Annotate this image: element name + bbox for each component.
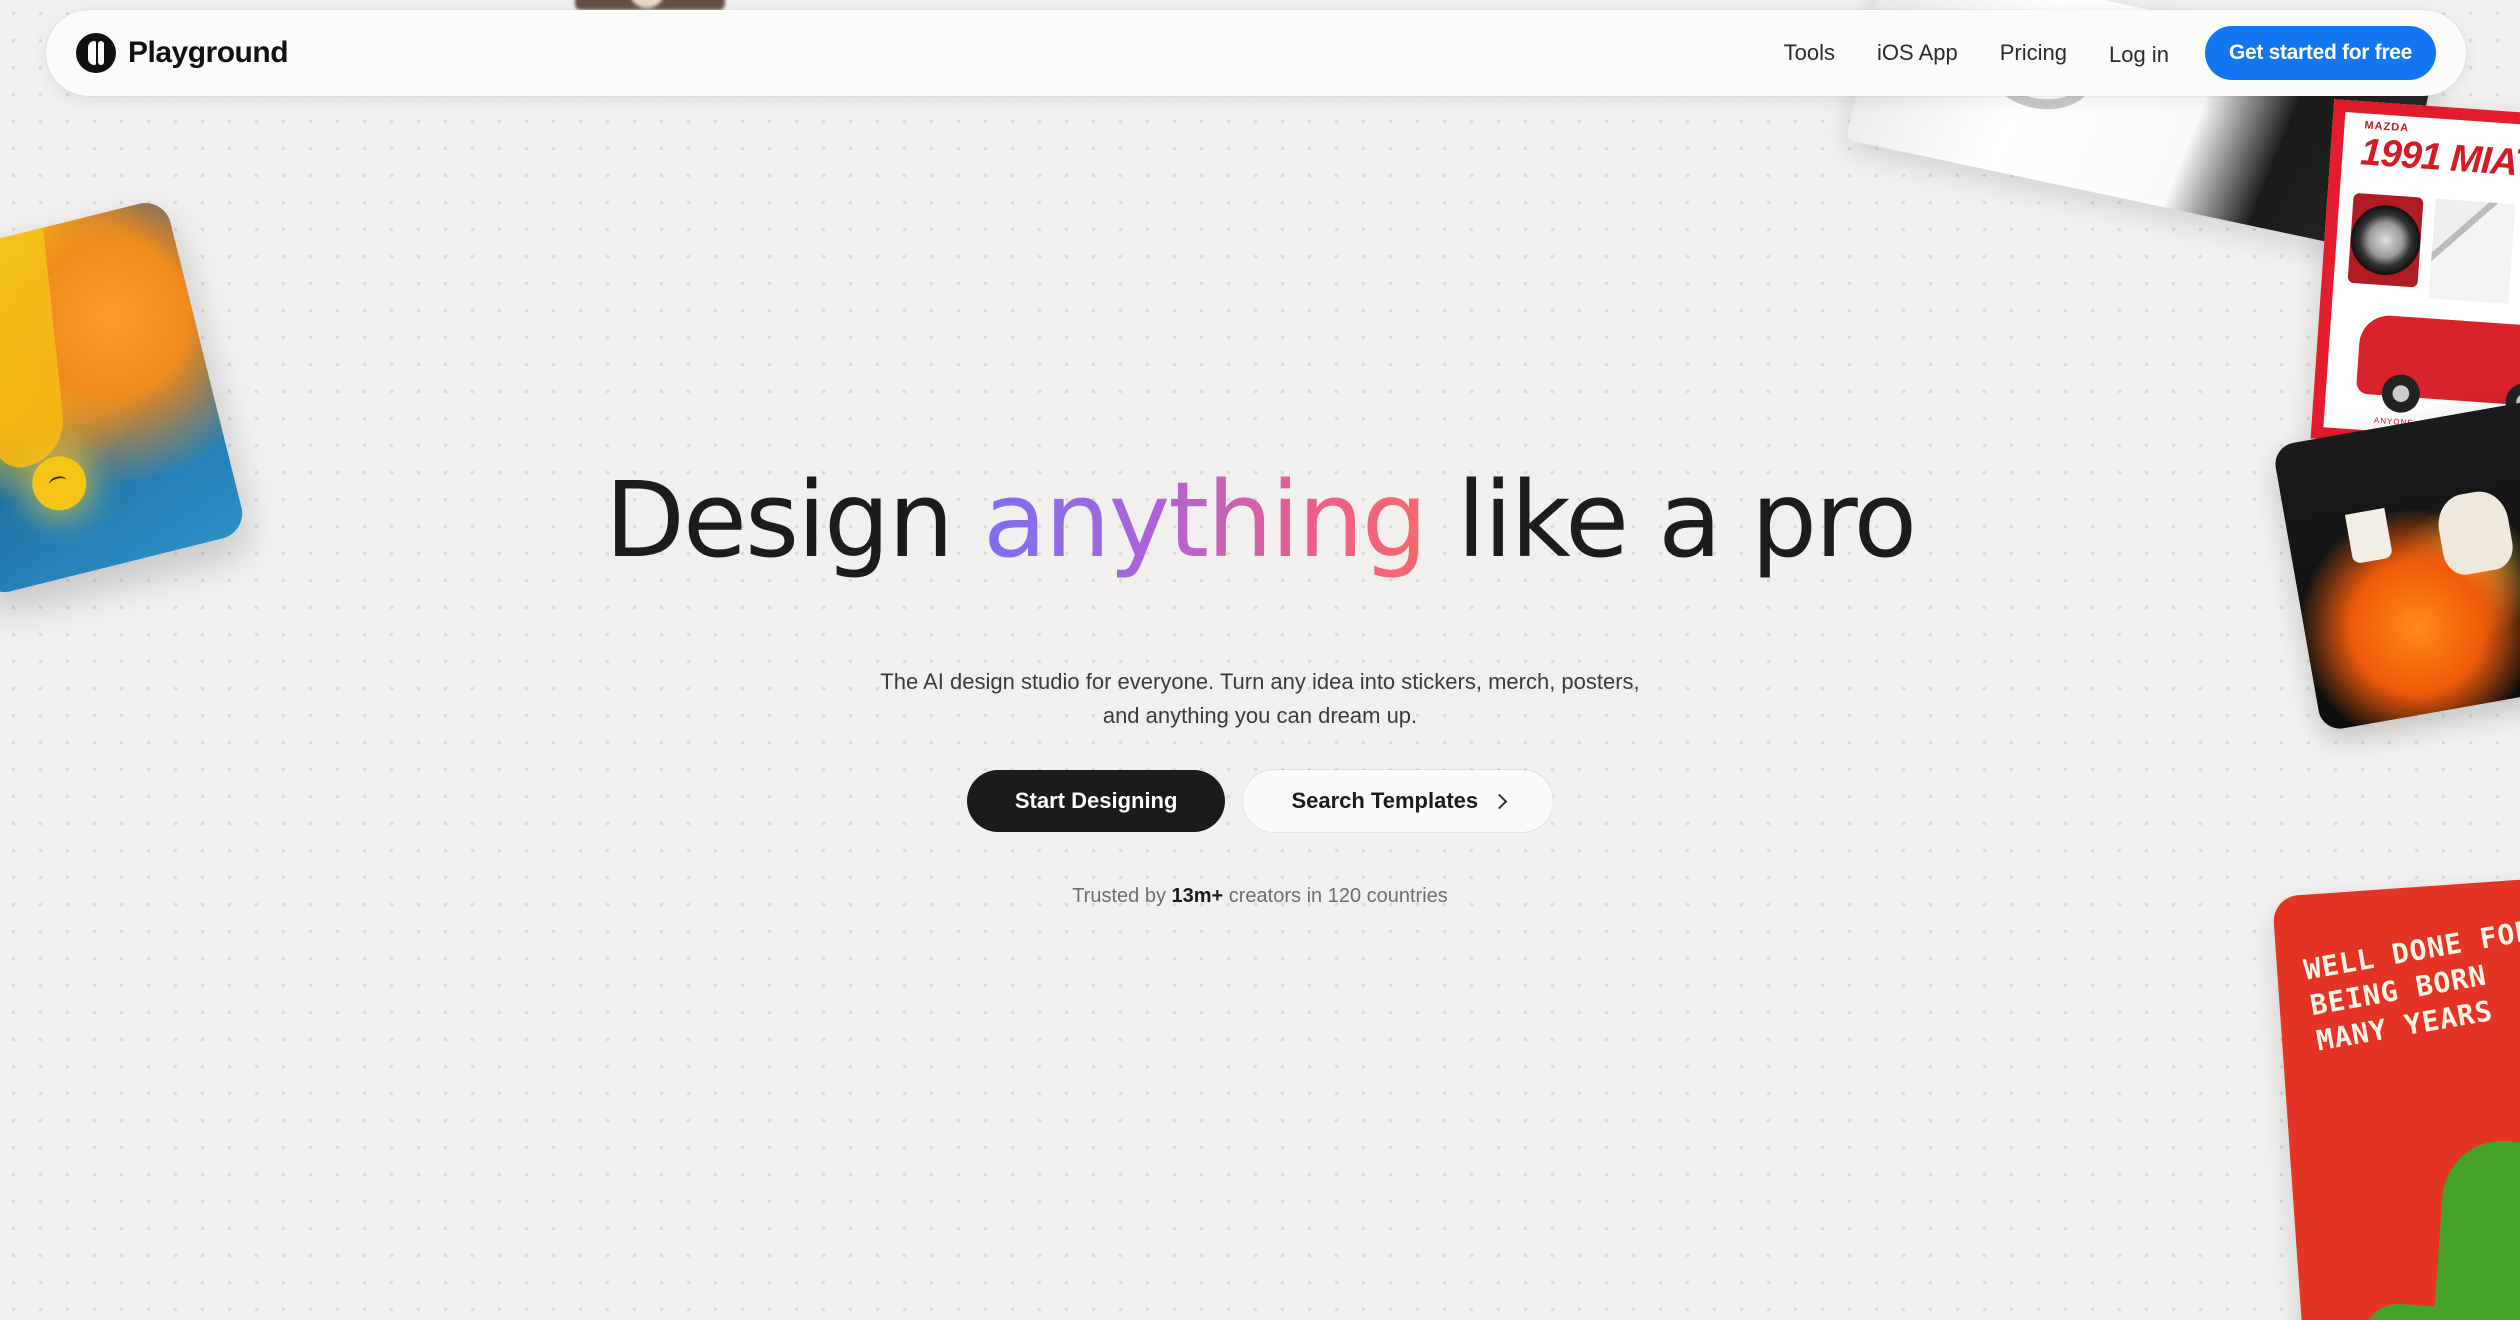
nav-link-tools[interactable]: Tools [1784,40,1835,66]
get-started-button[interactable]: Get started for free [2204,26,2436,80]
hero-title-after: like a pro [1425,459,1917,581]
trust-prefix: Trusted by [1072,885,1172,907]
birthday-card-text: WELL DONE FOR BEING BORN MANY YEARS [2301,913,2520,1058]
top-nav: Playground Tools iOS App Pricing Log in … [46,10,2466,96]
car-image [2355,313,2520,409]
hero-title-highlight: anything [983,459,1428,581]
chevron-right-icon [1491,793,1508,809]
nav-links: Tools iOS App Pricing Log in Get started… [1742,26,2436,80]
trust-suffix: creators in 120 countries [1223,885,1448,907]
page: MAZDA 1991 MIATA ANYONE, ANYTIME, ANYWHE… [0,0,2520,1320]
hero-subtitle: The AI design studio for everyone. Turn … [880,669,1640,728]
miata-title: 1991 MIATA [2359,131,2520,188]
miata-poster-card: MAZDA 1991 MIATA ANYONE, ANYTIME, ANYWHE… [2310,99,2520,461]
hero-buttons: Start Designing Search Templates [0,770,2520,832]
nav-link-pricing[interactable]: Pricing [2000,40,2067,66]
trust-line: Trusted by 13m+ creators in 120 countrie… [0,885,2520,908]
hero-title-before: Design [604,459,984,581]
brand-home-link[interactable]: Playground [76,33,289,73]
start-designing-button[interactable]: Start Designing [966,770,1226,832]
start-designing-label: Start Designing [1014,788,1178,813]
login-link[interactable]: Log in [2109,42,2169,68]
trust-count: 13m+ [1171,885,1224,907]
dinosaur-image [2429,1136,2520,1320]
wheel-image [2347,192,2424,288]
top-photo-card [575,0,725,10]
search-templates-button[interactable]: Search Templates [1243,770,1554,832]
hero-title: Design anything like a pro [0,460,2520,580]
birthday-card: WELL DONE FOR BEING BORN MANY YEARS [2272,874,2520,1320]
lamp-stem [0,213,68,470]
nav-link-ios-app[interactable]: iOS App [1877,40,1958,66]
brand-name: Playground [128,36,289,69]
search-templates-label: Search Templates [1291,788,1479,813]
panel-image [2428,198,2516,304]
playground-logo-icon [76,33,116,73]
